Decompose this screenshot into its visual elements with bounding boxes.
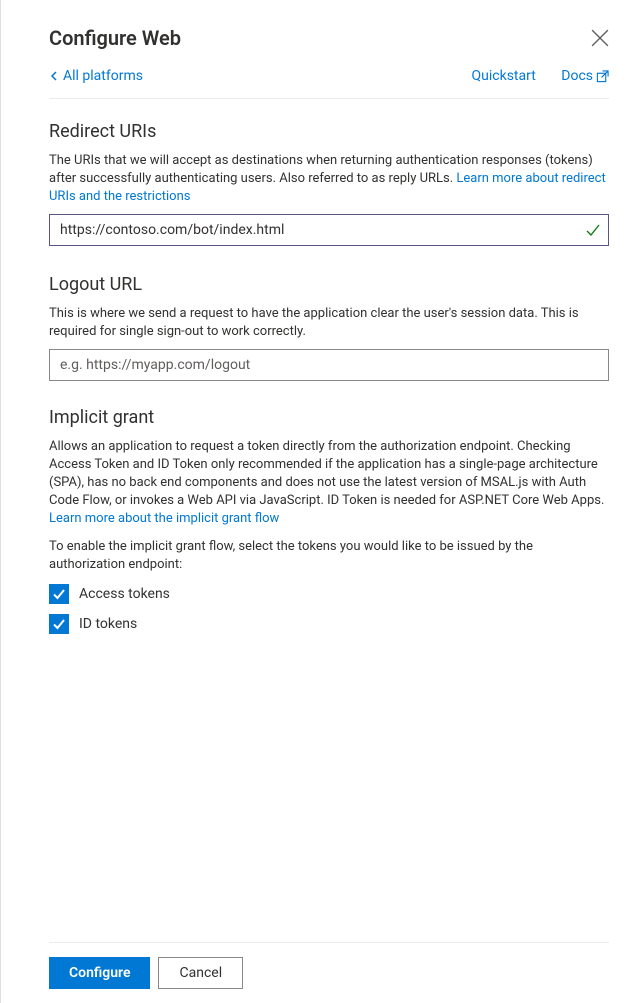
redirect-uri-input[interactable] <box>49 214 609 246</box>
back-link-label: All platforms <box>63 68 143 84</box>
logout-url-input[interactable] <box>49 349 609 381</box>
docs-link[interactable]: Docs <box>561 68 609 84</box>
back-all-platforms-link[interactable]: All platforms <box>49 68 143 84</box>
checkbox-checked-icon <box>49 584 69 604</box>
panel-title: Configure Web <box>49 26 181 50</box>
close-icon[interactable] <box>591 29 609 47</box>
checkbox-checked-icon <box>49 614 69 634</box>
external-link-icon <box>596 70 609 83</box>
implicit-enable-note: To enable the implicit grant flow, selec… <box>49 538 609 574</box>
access-tokens-label: Access tokens <box>79 586 170 602</box>
cancel-button[interactable]: Cancel <box>158 957 243 989</box>
implicit-grant-desc-text: Allows an application to request a token… <box>49 439 604 508</box>
logout-url-description: This is where we send a request to have … <box>49 305 609 341</box>
docs-link-label: Docs <box>561 68 593 84</box>
chevron-left-icon <box>49 71 59 81</box>
id-tokens-checkbox[interactable]: ID tokens <box>49 614 609 634</box>
configure-button[interactable]: Configure <box>49 957 150 989</box>
redirect-uris-heading: Redirect URIs <box>49 121 609 142</box>
divider <box>49 98 609 99</box>
quickstart-link[interactable]: Quickstart <box>472 68 536 84</box>
access-tokens-checkbox[interactable]: Access tokens <box>49 584 609 604</box>
learn-more-implicit-link[interactable]: Learn more about the implicit grant flow <box>49 511 279 526</box>
redirect-uris-description: The URIs that we will accept as destinat… <box>49 152 609 206</box>
logout-url-heading: Logout URL <box>49 274 609 295</box>
id-tokens-label: ID tokens <box>79 616 137 632</box>
implicit-grant-heading: Implicit grant <box>49 407 609 428</box>
implicit-grant-description: Allows an application to request a token… <box>49 438 609 528</box>
